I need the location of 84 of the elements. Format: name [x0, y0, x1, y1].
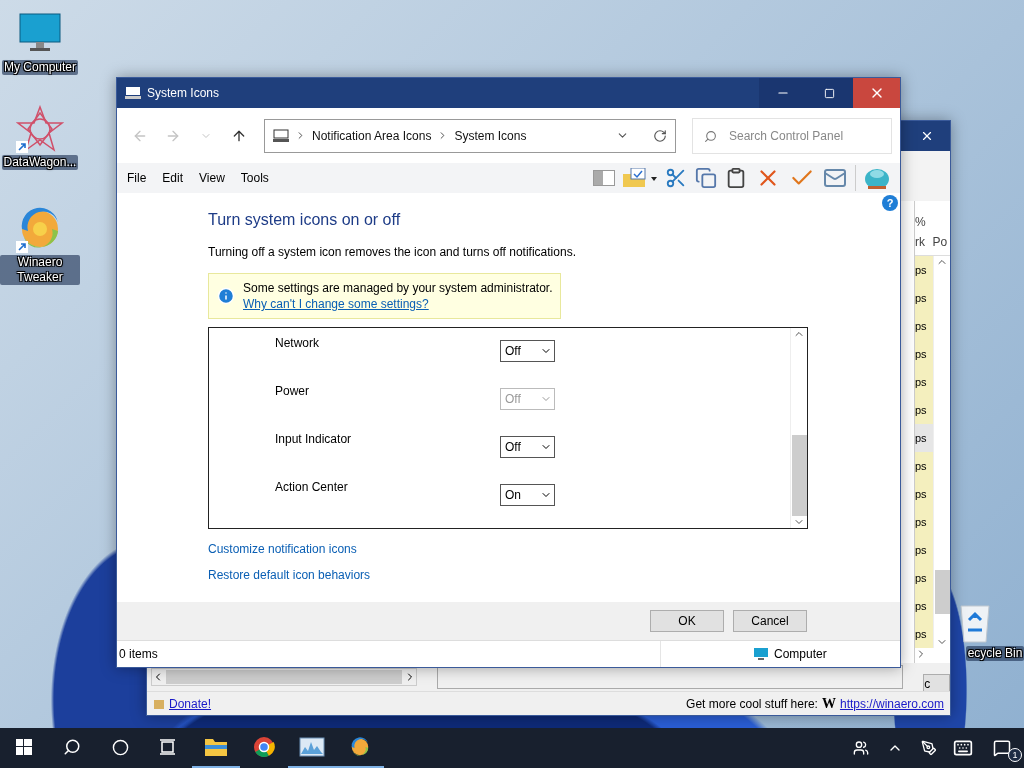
swirl-icon	[349, 736, 371, 758]
monitor-icon	[753, 647, 769, 661]
location-text: Computer	[774, 647, 827, 661]
scrollbar-thumb[interactable]	[166, 670, 403, 684]
promo-text: Get more cool stuff here:	[686, 696, 818, 711]
settings-link[interactable]: Restore default icon behaviors	[208, 568, 900, 582]
setting-label: Network	[275, 336, 320, 352]
window-title: System Icons	[147, 86, 221, 100]
help-button[interactable]: ?	[882, 195, 898, 211]
notice-text: Some settings are managed by your system administrator.	[243, 281, 553, 295]
maximize-icon[interactable]	[824, 87, 835, 99]
pen-icon[interactable]	[921, 740, 937, 756]
donate-link[interactable]: Donate!	[169, 696, 212, 711]
cut-icon[interactable]	[665, 167, 687, 189]
breadcrumb-item[interactable]: System Icons	[454, 128, 527, 143]
breadcrumb-item[interactable]: Notification Area Icons	[312, 128, 432, 143]
ok-button[interactable]: OK	[650, 610, 724, 632]
table-cell: ps	[915, 508, 933, 536]
paste-icon[interactable]	[725, 167, 747, 189]
info-icon	[217, 287, 235, 305]
desktop-icon-label[interactable]: ecycle Bin	[965, 646, 1024, 661]
settings-link[interactable]: Customize notification icons	[208, 542, 900, 556]
folder-icon	[204, 737, 228, 757]
scrollbar-thumb[interactable]	[934, 569, 950, 614]
computer-icon	[273, 128, 289, 143]
desktop-icon-label[interactable]: DataWagon...	[1, 155, 79, 170]
cortana-circle-icon[interactable]	[111, 738, 129, 756]
coins-icon	[153, 697, 165, 710]
menu-item[interactable]: File	[127, 171, 147, 185]
folder-check-icon[interactable]	[623, 168, 657, 188]
page-heading: Turn system icons on or off	[208, 211, 402, 229]
on-off-dropdown[interactable]: Off	[500, 340, 555, 362]
description-text: Turning off a system icon removes the icon and turns off notifications.	[208, 245, 577, 259]
search-icon	[704, 129, 717, 143]
star-icon	[16, 105, 64, 153]
refresh-icon[interactable]	[653, 128, 667, 143]
cancel-button[interactable]: Cancel	[733, 610, 807, 632]
table-cell: ps	[915, 396, 933, 424]
on-off-dropdown[interactable]: Off	[500, 436, 555, 458]
setting-label: Power	[275, 384, 310, 400]
horizontal-scrollbar[interactable]	[151, 668, 418, 686]
desktop-icon-label[interactable]: My Computer	[2, 60, 78, 75]
logo: W	[821, 695, 836, 712]
notification-badge: 1	[1008, 748, 1022, 762]
table-cell: ps	[915, 284, 933, 312]
computer-icon	[125, 86, 141, 100]
table-cell: ps	[915, 312, 933, 340]
item-count: 0 items	[118, 647, 159, 661]
search-icon[interactable]	[63, 738, 81, 756]
chrome-icon	[253, 736, 275, 758]
menu-item[interactable]: Edit	[162, 171, 184, 185]
task-view-icon[interactable]	[159, 739, 177, 755]
search-field[interactable]: Search Control Panel	[692, 117, 892, 154]
setting-label: Input Indicator	[275, 432, 353, 448]
menu-item[interactable]: View	[199, 171, 225, 185]
table-cell: ps	[915, 480, 933, 508]
card-icon[interactable]	[823, 166, 847, 190]
keyboard-icon[interactable]	[953, 738, 973, 758]
table-cell: ps	[915, 340, 933, 368]
people-icon[interactable]	[853, 740, 869, 756]
menu-item[interactable]: Tools	[240, 171, 269, 185]
windows-logo-icon[interactable]	[16, 739, 32, 755]
desktop-icon-label[interactable]: Winaero Tweaker	[0, 255, 80, 285]
notification-icon[interactable]	[993, 739, 1011, 757]
table-cell: ps	[915, 536, 933, 564]
copy-icon[interactable]	[695, 167, 717, 189]
website-link[interactable]: https://winaero.com	[839, 696, 944, 711]
column-header: %	[915, 215, 927, 229]
table-cell: ps	[915, 452, 933, 480]
table-cell: ps	[915, 564, 933, 592]
panel-icon[interactable]	[593, 170, 615, 186]
table-cell: ps	[915, 424, 933, 452]
help-link[interactable]: Why can't I change some settings?	[243, 297, 553, 311]
chart-window-icon	[299, 737, 325, 757]
table-cell: ps	[915, 256, 933, 284]
table-cell: ps	[915, 592, 933, 620]
column-header: rk	[915, 235, 926, 249]
table-cell: ps	[915, 368, 933, 396]
on-off-dropdown[interactable]: On	[500, 484, 555, 506]
table-cell: ps	[915, 620, 933, 648]
setting-label: Action Center	[275, 480, 349, 496]
scrollbar-thumb[interactable]	[791, 435, 807, 516]
address-bar[interactable]: Notification Area Icons System Icons	[264, 118, 676, 153]
column-header: Po	[932, 235, 949, 249]
